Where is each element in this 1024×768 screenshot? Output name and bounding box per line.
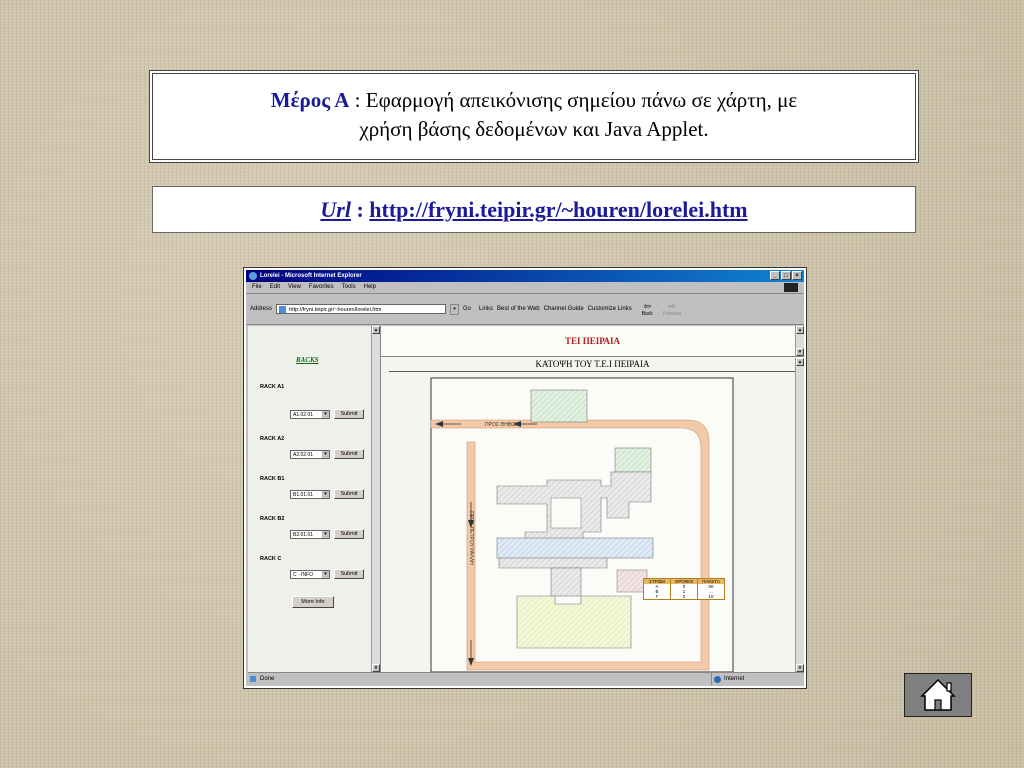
scroll-down-icon[interactable]: ▾	[796, 664, 804, 672]
legend-cell: Γ	[655, 594, 659, 599]
building-small	[550, 567, 582, 597]
menu-view[interactable]: View	[288, 282, 301, 293]
rack-select[interactable]: B1.01.01	[290, 490, 330, 499]
building-blue-wing	[496, 537, 654, 559]
back-label: Back	[641, 310, 653, 317]
browser-titlebar: Lorelei - Microsoft Internet Explorer _ …	[246, 270, 804, 282]
ie-icon	[249, 272, 257, 280]
maximize-icon[interactable]: □	[781, 271, 791, 280]
right-frame: ΤΕΙ ΠΕΙΡΑΙΑ ΚΑΤΟΨΗ ΤΟΥ Τ.Ε.Ι ΠΕΙΡΑΙΑ ΠΡΟ…	[381, 326, 804, 672]
rack-select[interactable]: C - INFO	[290, 570, 330, 579]
status-zone: Internet	[711, 673, 804, 685]
building-yellow	[516, 595, 632, 649]
status-done: Done	[248, 673, 711, 685]
url-separator: :	[350, 197, 370, 222]
close-icon[interactable]: ×	[792, 271, 802, 280]
browser-screenshot: Lorelei - Microsoft Internet Explorer _ …	[243, 267, 807, 689]
link-customize[interactable]: Customize Links	[588, 306, 632, 312]
building-east	[614, 447, 652, 473]
url-box: Url : http://fryni.teipir.gr/~houren/lor…	[152, 186, 916, 233]
slide-title-box: Μέρος Α : Εφαρμογή απεικόνισης σημείου π…	[152, 73, 916, 160]
link-channel-guide[interactable]: Channel Guide	[544, 306, 584, 312]
url-link[interactable]: http://fryni.teipir.gr/~houren/lorelei.h…	[369, 197, 747, 222]
forward-label: Forward	[662, 310, 682, 317]
rack-submit-button[interactable]: Submit	[334, 449, 364, 459]
header-frame-scrollbar[interactable]: ▴ ▾	[795, 326, 804, 356]
forward-arrow-icon: ⇨	[668, 300, 676, 311]
slide-title-line1: Μέρος Α : Εφαρμογή απεικόνισης σημείου π…	[153, 86, 915, 115]
scroll-down-icon[interactable]: ▾	[796, 348, 804, 356]
back-arrow-icon: ⇦	[643, 300, 652, 311]
rack-label: RACK C	[260, 556, 282, 562]
menu-help[interactable]: Help	[364, 282, 376, 293]
scroll-down-icon[interactable]: ▾	[372, 664, 380, 672]
left-frame-scrollbar[interactable]: ▴ ▾	[371, 326, 380, 672]
campus-plan-map[interactable]: ΠΡΟΣ ΘΗΒΩΝ ΠΡΟΣ ΠΕΤΡΟΥ ΡΑΛΛΗ	[381, 372, 793, 672]
scroll-up-icon[interactable]: ▴	[796, 358, 804, 366]
rack-label: RACK A2	[260, 436, 285, 442]
rack-submit-button[interactable]: Submit	[334, 409, 364, 419]
minimize-icon[interactable]: _	[770, 271, 780, 280]
tei-header: ΤΕΙ ΠΕΙΡΑΙΑ	[381, 326, 804, 357]
rack-submit-button[interactable]: Submit	[334, 569, 364, 579]
slide-title-strong: Μέρος Α	[270, 88, 350, 112]
forward-button[interactable]: ⇨ Forward	[662, 300, 682, 317]
browser-content: RACKS RACK A1 A1.02.01 Submit RACK A2 A2…	[248, 326, 804, 672]
road-left-label: ΠΡΟΣ ΠΕΤΡΟΥ ΡΑΛΛΗ	[468, 511, 474, 565]
menu-file[interactable]: File	[252, 282, 262, 293]
rack-submit-button[interactable]: Submit	[334, 529, 364, 539]
legend-cell: 2	[682, 594, 686, 599]
address-dropdown-icon[interactable]: ▾	[450, 303, 460, 315]
windows-logo-icon	[784, 283, 798, 292]
links-label: Links	[479, 306, 494, 312]
address-label: Address	[250, 306, 273, 312]
scroll-up-icon[interactable]: ▴	[796, 326, 804, 334]
address-input[interactable]: http://fryni.teipir.gr/~houren/lorelei.h…	[276, 304, 447, 314]
rack-label: RACK B1	[260, 476, 285, 482]
scroll-up-icon[interactable]: ▴	[372, 326, 380, 334]
legend-cell: 10	[708, 594, 714, 599]
building-top	[530, 389, 588, 423]
rack-select[interactable]: A1.02.01	[290, 410, 330, 419]
racks-title: RACKS	[296, 356, 319, 364]
slide-title-rest: : Εφαρμογή απεικόνισης σημείου πάνω σε χ…	[349, 88, 798, 112]
browser-statusbar: Done Internet	[248, 672, 804, 685]
left-frame: RACKS RACK A1 A1.02.01 Submit RACK A2 A2…	[248, 326, 381, 672]
courtyard	[550, 497, 582, 529]
menu-favorites[interactable]: Favorites	[309, 282, 334, 293]
rack-label: RACK B2	[260, 516, 285, 522]
menu-tools[interactable]: Tools	[342, 282, 356, 293]
rack-submit-button[interactable]: Submit	[334, 489, 364, 499]
back-button[interactable]: ⇦ Back	[641, 300, 653, 317]
go-button[interactable]: Go	[463, 306, 471, 312]
plan-title: ΚΑΤΟΨΗ ΤΟΥ Τ.Ε.Ι ΠΕΙΡΑΙΑ	[389, 357, 796, 372]
more-info-button[interactable]: More Info	[292, 596, 334, 608]
browser-menubar: File Edit View Favorites Tools Help	[246, 282, 804, 294]
legend-table: ΣΤΡΩΜ ΟΡΟΦΟΙ ΠΑΚΕΤΑ A B Γ 0 1 2 00 ... 1…	[643, 578, 725, 600]
map-frame-scrollbar[interactable]: ▴ ▾	[795, 358, 804, 672]
home-icon	[920, 678, 956, 711]
rack-label: RACK A1	[260, 384, 285, 390]
browser-addressbar: Address http://fryni.teipir.gr/~houren/l…	[246, 294, 804, 325]
slide-title-line2: χρήση βάσης δεδομένων και Java Applet.	[359, 117, 709, 141]
window-controls: _ □ ×	[770, 271, 802, 280]
link-best-of-web[interactable]: Best of the Web	[497, 306, 540, 312]
url-label: Url	[320, 197, 351, 222]
home-button[interactable]	[904, 673, 972, 717]
rack-select[interactable]: B2.01.01	[290, 530, 330, 539]
menu-edit[interactable]: Edit	[270, 282, 280, 293]
browser-window-title: Lorelei - Microsoft Internet Explorer	[260, 273, 362, 279]
road-top-label: ΠΡΟΣ ΘΗΒΩΝ	[485, 422, 519, 428]
rack-select[interactable]: A2.02.01	[290, 450, 330, 459]
